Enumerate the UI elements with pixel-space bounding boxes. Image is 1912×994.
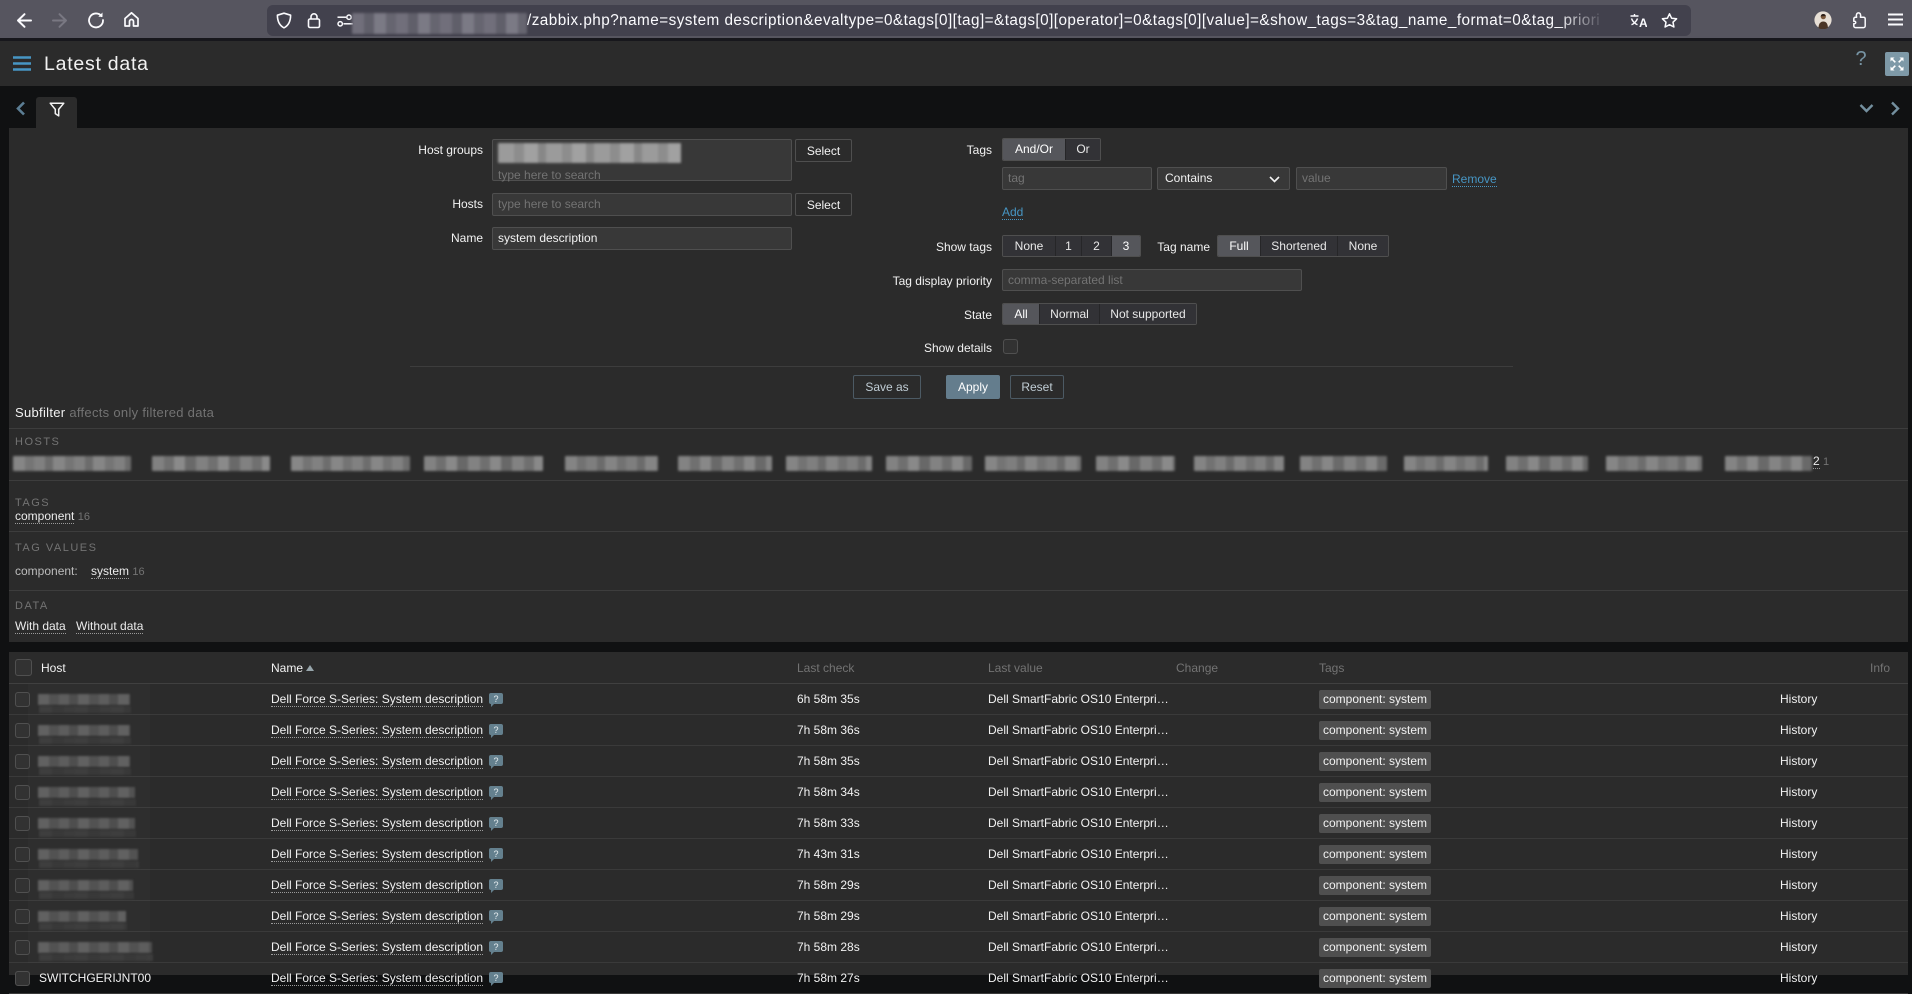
svg-text:?: ? [493, 849, 498, 859]
svg-text:?: ? [493, 694, 498, 704]
svg-text:?: ? [493, 756, 498, 766]
svg-text:?: ? [493, 725, 498, 735]
svg-text:?: ? [493, 911, 498, 921]
svg-text:?: ? [493, 818, 498, 828]
svg-text:?: ? [493, 787, 498, 797]
svg-text:?: ? [493, 880, 498, 890]
svg-text:A: A [1639, 16, 1647, 29]
svg-text:?: ? [493, 973, 498, 983]
svg-text:?: ? [493, 942, 498, 952]
